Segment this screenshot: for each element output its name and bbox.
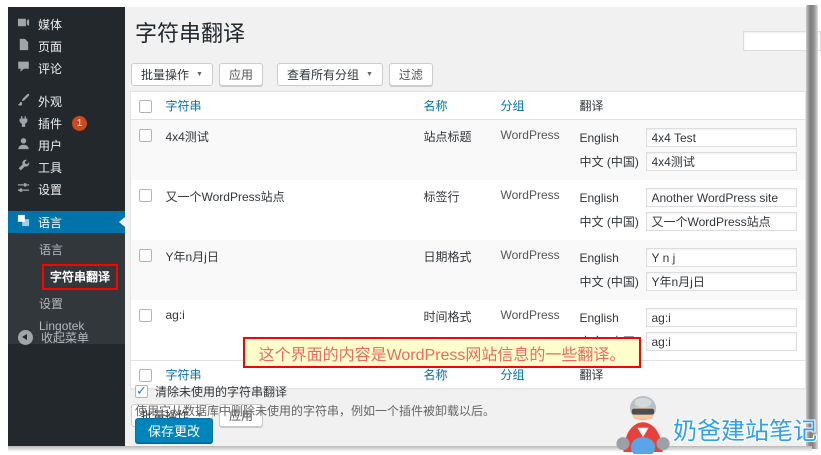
filter-button[interactable]: 过滤	[389, 63, 433, 86]
annotation-callout: 这个界面的内容是WordPress网站信息的一些翻译。	[243, 337, 641, 368]
appearance-icon	[17, 93, 30, 109]
sidebar-item-users[interactable]: 用户	[8, 134, 125, 156]
submenu-item-settings[interactable]: 设置	[8, 292, 125, 316]
row-group: WordPress	[493, 180, 572, 240]
collapse-menu-label: 收起菜单	[41, 329, 89, 346]
row-name: 日期格式	[416, 240, 493, 300]
sidebar-item-plugins[interactable]: 插件 1	[8, 112, 125, 134]
screenshot-frame: 媒体 页面 评论 外观 插件 1 用户 工具 设置 语言 语言字符串翻译设置Li…	[0, 0, 821, 455]
tools-icon	[17, 159, 30, 175]
translation-input[interactable]	[646, 308, 798, 327]
chevron-down-icon: ▼	[196, 71, 203, 78]
comments-icon	[17, 60, 30, 76]
row-checkbox[interactable]	[139, 309, 152, 322]
translation-language-label: English	[580, 131, 646, 145]
languages-submenu: 语言字符串翻译设置Lingotek	[8, 233, 125, 344]
menu-separator	[8, 79, 125, 90]
row-name: 标签行	[416, 180, 493, 240]
translation-input[interactable]	[646, 272, 798, 291]
translation-input[interactable]	[646, 128, 798, 147]
translation-language-label: 中文 (中国)	[580, 153, 646, 170]
sidebar-item-languages[interactable]: 语言	[8, 211, 125, 233]
page-title: 字符串翻译	[125, 7, 806, 48]
watermark-text: 奶爸建站笔记	[673, 411, 817, 446]
settings-icon	[17, 181, 30, 197]
sidebar-item-settings[interactable]: 设置	[8, 178, 125, 200]
sidebar-item-tools[interactable]: 工具	[8, 156, 125, 178]
submenu-item-string-translations[interactable]: 字符串翻译	[8, 262, 125, 292]
row-string: Y年n月j日	[158, 240, 416, 300]
plugins-icon	[17, 115, 30, 131]
admin-sidebar: 媒体 页面 评论 外观 插件 1 用户 工具 设置 语言 语言字符串翻译设置Li…	[8, 7, 125, 447]
translation-language-label: English	[580, 251, 646, 265]
pages-icon	[17, 38, 30, 54]
save-changes-button[interactable]: 保存更改	[135, 418, 213, 443]
row-checkbox[interactable]	[139, 129, 152, 142]
languages-icon	[17, 214, 30, 230]
clean-strings-option[interactable]: 清除未使用的字符串翻译	[135, 383, 287, 400]
row-string: 4x4测试	[158, 120, 416, 181]
translation-input[interactable]	[646, 188, 798, 207]
row-group: WordPress	[493, 120, 572, 181]
admin-content: 字符串翻译 批量操作 ▼ 应用 查看所有分组 ▼ 过滤 字符串 名称 分组	[125, 7, 806, 447]
annotation-text: 这个界面的内容是WordPress网站信息的一些翻译。	[259, 341, 626, 365]
clean-strings-description: 使用它从数据库中删除未使用的字符串，例如一个插件被卸载以后。	[135, 402, 495, 419]
collapse-menu-button[interactable]: 收起菜单	[8, 329, 89, 346]
table-row: Y年n月j日 日期格式 WordPress English 中文 (中国)	[131, 240, 806, 300]
apply-button[interactable]: 应用	[219, 63, 263, 86]
sidebar-item-appearance[interactable]: 外观	[8, 90, 125, 112]
users-icon	[17, 137, 30, 153]
media-icon	[17, 16, 30, 32]
clean-strings-checkbox[interactable]	[135, 385, 148, 398]
dad-avatar-icon	[615, 394, 671, 454]
select-all-checkbox[interactable]	[139, 369, 152, 382]
chevron-down-icon: ▼	[366, 71, 373, 78]
clean-strings-label: 清除未使用的字符串翻译	[155, 383, 287, 400]
submenu-item-languages[interactable]: 语言	[8, 238, 125, 262]
row-checkbox[interactable]	[139, 249, 152, 262]
row-checkbox[interactable]	[139, 189, 152, 202]
column-header-group[interactable]: 分组	[493, 92, 572, 120]
column-header-string[interactable]: 字符串	[158, 92, 416, 120]
table-row: 4x4测试 站点标题 WordPress English 中文 (中国)	[131, 120, 806, 181]
sidebar-item-media[interactable]: 媒体	[8, 13, 125, 35]
bulk-actions-select[interactable]: 批量操作 ▼	[131, 63, 213, 86]
row-group: WordPress	[493, 240, 572, 300]
group-filter-select[interactable]: 查看所有分组 ▼	[277, 63, 383, 86]
admin-menu: 媒体 页面 评论 外观 插件 1 用户 工具 设置 语言	[8, 7, 125, 233]
translation-input[interactable]	[646, 212, 798, 231]
translation-language-label: 中文 (中国)	[580, 213, 646, 230]
translation-language-label: English	[580, 311, 646, 325]
translation-input[interactable]	[646, 152, 798, 171]
update-count-badge: 1	[72, 116, 87, 131]
row-string: 又一个WordPress站点	[158, 180, 416, 240]
menu-separator	[8, 200, 125, 211]
sidebar-item-pages[interactable]: 页面	[8, 35, 125, 57]
select-all-checkbox[interactable]	[139, 100, 152, 113]
sidebar-item-comments[interactable]: 评论	[8, 57, 125, 79]
site-watermark: 奶爸建站笔记	[615, 394, 817, 454]
table-row: 又一个WordPress站点 标签行 WordPress English 中文 …	[131, 180, 806, 240]
tablenav-top: 批量操作 ▼ 应用 查看所有分组 ▼ 过滤	[131, 63, 806, 86]
translation-input[interactable]	[646, 332, 798, 351]
column-header-translations: 翻译	[572, 92, 806, 120]
screenshot-right-shadow	[806, 5, 818, 449]
collapse-arrow-icon	[18, 330, 33, 345]
translation-language-label: English	[580, 191, 646, 205]
red-highlight-box: 字符串翻译	[42, 264, 118, 290]
translation-language-label: 中文 (中国)	[580, 273, 646, 290]
translation-input[interactable]	[646, 248, 798, 267]
row-name: 站点标题	[416, 120, 493, 181]
column-header-name[interactable]: 名称	[416, 92, 493, 120]
